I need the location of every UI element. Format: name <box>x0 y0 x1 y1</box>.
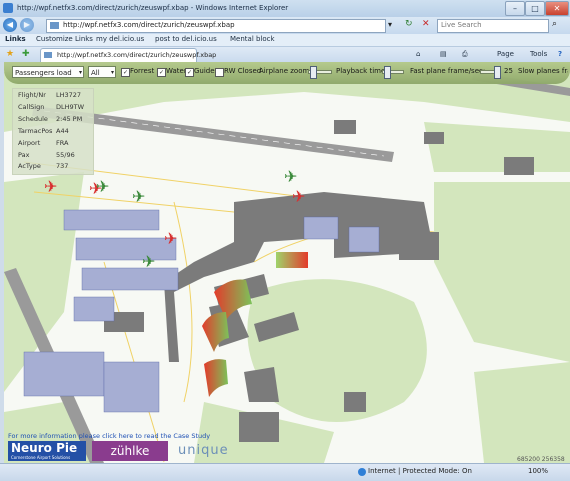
link-post-delicious[interactable]: post to del.icio.us <box>155 35 217 43</box>
label-forrest: Forrest <box>130 67 155 75</box>
page-icon <box>50 22 59 29</box>
url-text: http://wpf.netfx3.com/direct/zurich/zeus… <box>63 21 235 29</box>
window-titlebar: http://wpf.netfx3.com/direct/zurich/zeus… <box>0 0 570 18</box>
neuro-pie-tagline: Cornerstone Airport Solutions <box>11 455 71 460</box>
help-icon[interactable]: ? <box>558 50 562 58</box>
unique-logo[interactable]: unique <box>178 441 258 461</box>
plane-red-4: ✈ <box>292 187 305 206</box>
plane-red-1: ✈ <box>44 177 57 196</box>
url-field[interactable]: http://wpf.netfx3.com/direct/zurich/zeus… <box>46 19 386 33</box>
control-bar: Passengers load ▾ All ▾ ✓ Forrest ✓ Water … <box>4 62 570 84</box>
fast-frame-thumb[interactable] <box>494 66 501 79</box>
info-row: Flight/Nr LH3727 <box>18 91 82 99</box>
filter-select[interactable]: All ▾ <box>88 66 116 78</box>
checkbox-forrest[interactable]: ✓ <box>121 68 130 77</box>
info-row: Airport FRA <box>18 139 69 147</box>
airplane-zoom-label: Airplane zoom: <box>259 67 312 75</box>
search-placeholder: Live Search <box>441 21 482 29</box>
info-row: Schedule 2:45 PM <box>18 115 83 123</box>
tab-page-icon <box>44 52 52 58</box>
plane-green-4: ✈ <box>284 167 297 186</box>
link-customize[interactable]: Customize Links <box>36 35 93 43</box>
window-title: http://wpf.netfx3.com/direct/zurich/zeus… <box>17 4 289 12</box>
globe-icon <box>358 468 366 476</box>
fast-frame-value: 25 <box>504 67 513 75</box>
zuhlke-logo[interactable]: zühlke <box>92 441 168 461</box>
checkbox-water[interactable]: ✓ <box>157 68 166 77</box>
plane-green-2: ✈ <box>132 187 145 206</box>
info-row: CallSign DLH9TW <box>18 103 85 111</box>
checkbox-rw-closed[interactable] <box>215 68 224 77</box>
playback-label: Playback time: <box>336 67 388 75</box>
fast-frame-label: Fast plane frame/sec: <box>410 67 486 75</box>
neuro-pie-logo[interactable]: Neuro Pie Cornerstone Airport Solutions <box>8 441 86 461</box>
tab-active[interactable]: http://wpf.netfx3.com/direct/zurich/zeus… <box>40 48 216 62</box>
links-label: Links <box>5 35 26 43</box>
dropdown-icon[interactable]: ▾ <box>388 20 398 30</box>
tab-label: http://wpf.netfx3.com/direct/zurich/zeus… <box>57 51 217 59</box>
link-my-delicious[interactable]: my del.icio.us <box>96 35 144 43</box>
info-row: Pax 55/96 <box>18 151 75 159</box>
chevron-down-icon: ▾ <box>78 69 82 76</box>
checkbox-guides[interactable]: ✓ <box>185 68 194 77</box>
close-button[interactable]: ✕ <box>545 1 569 16</box>
flight-info-panel: Flight/Nr LH3727 CallSign DLH9TW Schedule 2… <box>12 88 94 175</box>
slow-frame-label: Slow planes fram <box>518 67 568 75</box>
view-select[interactable]: Passengers load ▾ <box>12 66 84 78</box>
search-input[interactable]: Live Search <box>437 19 549 33</box>
print-icon[interactable]: ⎙ <box>462 50 468 59</box>
status-bar: Internet | Protected Mode: On 100% <box>0 463 570 481</box>
ie-icon <box>3 3 13 13</box>
security-zone[interactable]: Internet | Protected Mode: On <box>368 467 472 475</box>
info-row: AcType 737 <box>18 162 69 170</box>
playback-thumb[interactable] <box>384 66 391 79</box>
tab-bar: ★ ✚ http://wpf.netfx3.com/direct/zurich/… <box>0 47 570 63</box>
label-rw-closed: RW Closed <box>224 67 262 75</box>
favorites-star-icon[interactable]: ★ <box>6 49 14 59</box>
tools-menu[interactable]: Tools <box>530 50 547 58</box>
map-coordinates: 685200 256358 <box>517 456 565 463</box>
home-icon[interactable]: ⌂ <box>416 50 420 58</box>
case-study-link[interactable]: For more information please click here t… <box>8 432 210 440</box>
maximize-button[interactable]: □ <box>525 1 545 16</box>
add-favorites-icon[interactable]: ✚ <box>22 49 30 59</box>
address-bar: ◀ ▶ http://wpf.netfx3.com/direct/zurich/… <box>0 17 570 34</box>
airplane-zoom-thumb[interactable] <box>310 66 317 79</box>
info-row: TarmacPos A44 <box>18 127 69 135</box>
view-select-value: Passengers load <box>15 69 72 77</box>
refresh-icon[interactable]: ↻ <box>405 19 413 29</box>
chevron-down-icon: ▾ <box>110 69 114 76</box>
label-water: Water <box>166 67 187 75</box>
plane-green-1: ✈ <box>96 177 109 196</box>
links-bar: Links Customize Links my del.icio.us pos… <box>0 34 570 47</box>
back-button[interactable]: ◀ <box>3 18 17 32</box>
link-mental-block[interactable]: Mental block <box>230 35 275 43</box>
filter-select-value: All <box>91 69 100 77</box>
forward-button[interactable]: ▶ <box>20 18 34 32</box>
page-menu[interactable]: Page <box>497 50 514 58</box>
zoom-level[interactable]: 100% <box>528 467 548 475</box>
plane-red-3: ✈ <box>164 229 177 248</box>
neuro-pie-logo-text: Neuro Pie <box>11 441 78 455</box>
plane-green-3: ✈ <box>142 252 155 271</box>
stop-icon[interactable]: ✕ <box>422 19 430 29</box>
minimize-button[interactable]: – <box>505 1 525 16</box>
feeds-icon[interactable]: ▤ <box>440 50 447 58</box>
search-icon[interactable]: ⌕ <box>552 19 557 29</box>
